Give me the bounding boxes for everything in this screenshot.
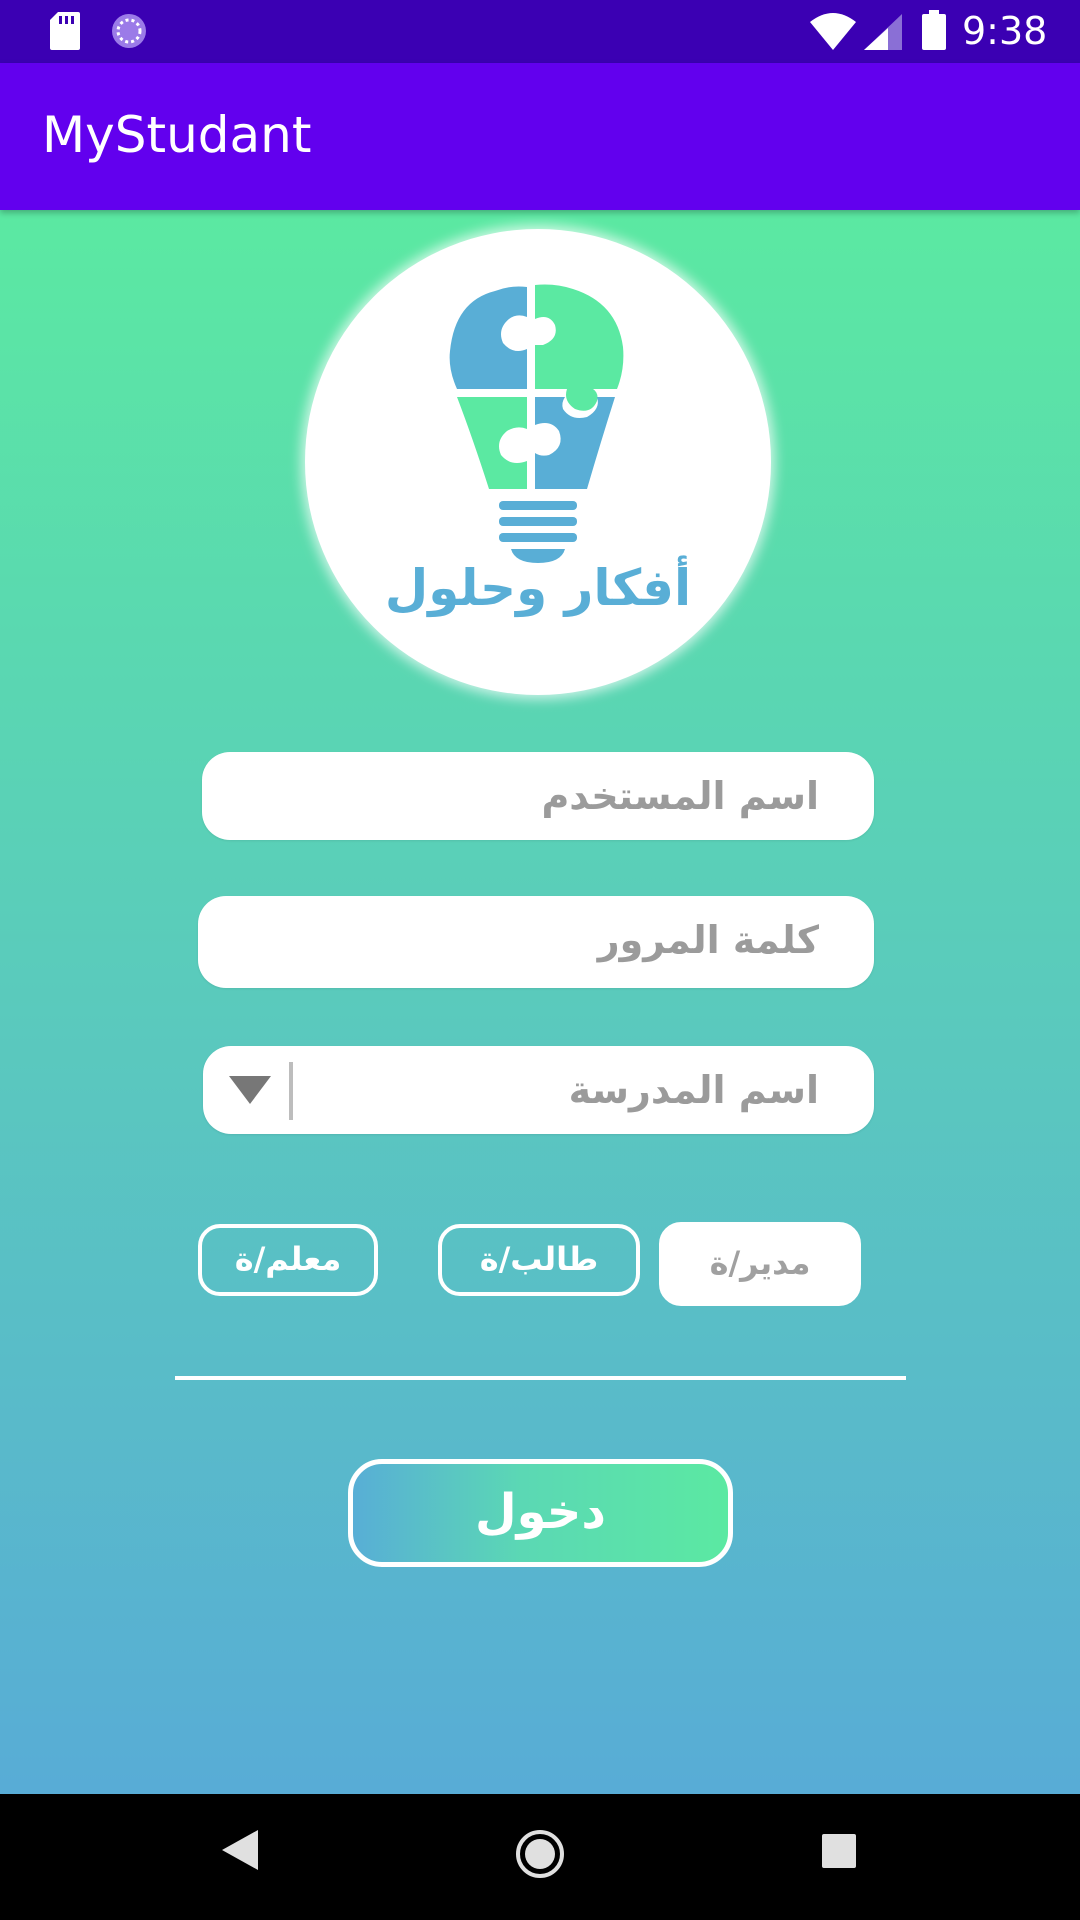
username-field[interactable]: اسم المستخدم — [202, 752, 874, 840]
signal-icon — [864, 14, 902, 54]
status-bar: 9:38 — [0, 0, 1080, 63]
clock: 9:38 — [962, 9, 1048, 53]
app-title: MyStudant — [42, 106, 312, 164]
role-student-button[interactable]: طالب/ة — [438, 1224, 640, 1296]
logo-text: أفكار وحلول — [384, 559, 692, 617]
sync-icon — [110, 12, 148, 54]
logo: أفكار وحلول — [305, 229, 771, 695]
sd-card-icon — [50, 12, 80, 54]
password-field[interactable]: كلمة المرور — [198, 896, 874, 988]
password-placeholder: كلمة المرور — [597, 918, 819, 962]
divider-line — [175, 1376, 906, 1380]
login-screen: أفكار وحلول اسم المستخدم كلمة المرور اسم… — [0, 210, 1080, 1794]
back-icon[interactable] — [222, 1830, 258, 1874]
recents-icon[interactable] — [822, 1834, 856, 1872]
home-icon[interactable] — [514, 1828, 566, 1884]
role-manager-button[interactable]: مدير/ة — [659, 1222, 861, 1306]
dropdown-arrow-icon[interactable] — [229, 1076, 271, 1108]
battery-icon — [922, 10, 946, 54]
lightbulb-puzzle-icon — [449, 284, 624, 563]
wifi-icon — [810, 12, 856, 54]
app-bar: MyStudant — [0, 63, 1080, 210]
navigation-bar — [0, 1794, 1080, 1920]
dropdown-divider — [289, 1062, 293, 1120]
role-teacher-button[interactable]: معلم/ة — [198, 1224, 378, 1296]
username-placeholder: اسم المستخدم — [541, 774, 819, 818]
school-placeholder: اسم المدرسة — [568, 1068, 819, 1112]
school-dropdown[interactable]: اسم المدرسة — [203, 1046, 874, 1134]
login-button[interactable]: دخول — [348, 1459, 733, 1567]
